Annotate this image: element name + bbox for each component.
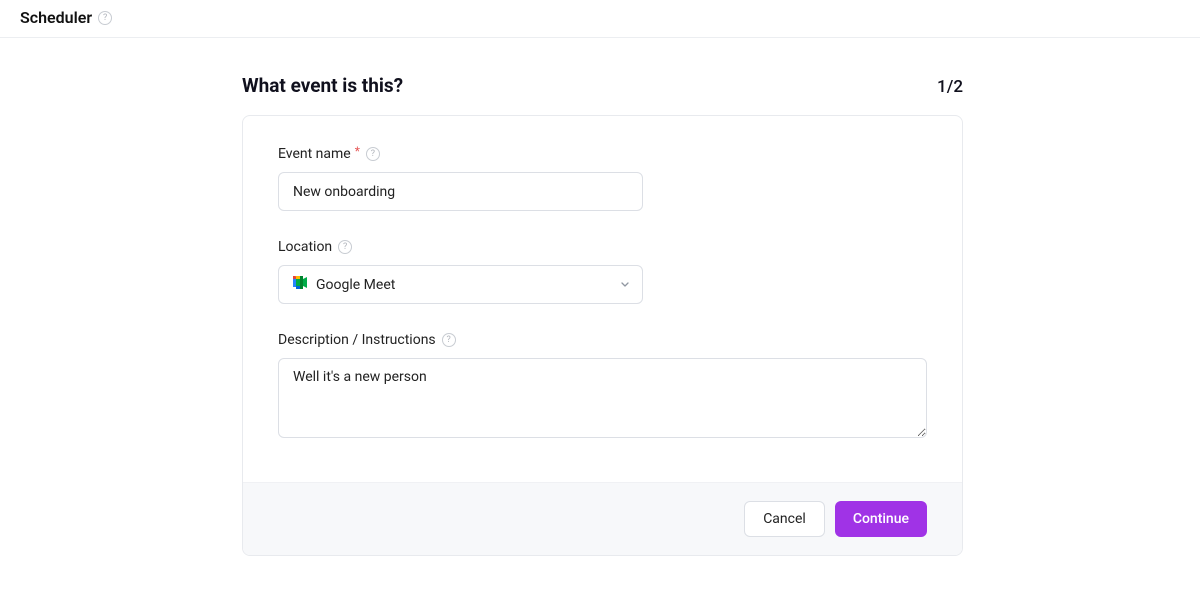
event-name-input[interactable] xyxy=(278,172,643,211)
event-name-label-text: Event name xyxy=(278,146,351,162)
event-name-group: Event name * ? xyxy=(278,146,927,211)
description-input[interactable] xyxy=(278,358,927,438)
continue-button[interactable]: Continue xyxy=(835,501,927,537)
location-label-text: Location xyxy=(278,239,332,255)
page-title: Scheduler xyxy=(20,8,92,27)
help-icon[interactable]: ? xyxy=(98,11,112,25)
page-content: What event is this? 1/2 Event name * ? L… xyxy=(0,38,1200,556)
location-group: Location ? xyxy=(278,239,927,304)
location-select[interactable]: Google Meet xyxy=(278,265,643,304)
form-footer: Cancel Continue xyxy=(243,482,962,555)
description-label: Description / Instructions ? xyxy=(278,332,927,348)
help-icon[interactable]: ? xyxy=(442,333,456,347)
help-icon[interactable]: ? xyxy=(366,147,380,161)
location-label: Location ? xyxy=(278,239,927,255)
top-header: Scheduler ? xyxy=(0,0,1200,38)
event-form-card: Event name * ? Location ? xyxy=(242,115,963,556)
form-heading: What event is this? xyxy=(242,74,403,97)
form-body: Event name * ? Location ? xyxy=(243,116,962,482)
step-indicator: 1/2 xyxy=(937,77,963,97)
location-value: Google Meet xyxy=(316,277,395,293)
description-group: Description / Instructions ? xyxy=(278,332,927,442)
event-name-label: Event name * ? xyxy=(278,146,927,162)
description-label-text: Description / Instructions xyxy=(278,332,436,348)
required-indicator: * xyxy=(355,144,360,158)
google-meet-icon xyxy=(293,276,308,293)
location-select-wrap: Google Meet xyxy=(278,265,643,304)
help-icon[interactable]: ? xyxy=(338,240,352,254)
heading-row: What event is this? 1/2 xyxy=(242,74,963,97)
cancel-button[interactable]: Cancel xyxy=(744,501,825,537)
